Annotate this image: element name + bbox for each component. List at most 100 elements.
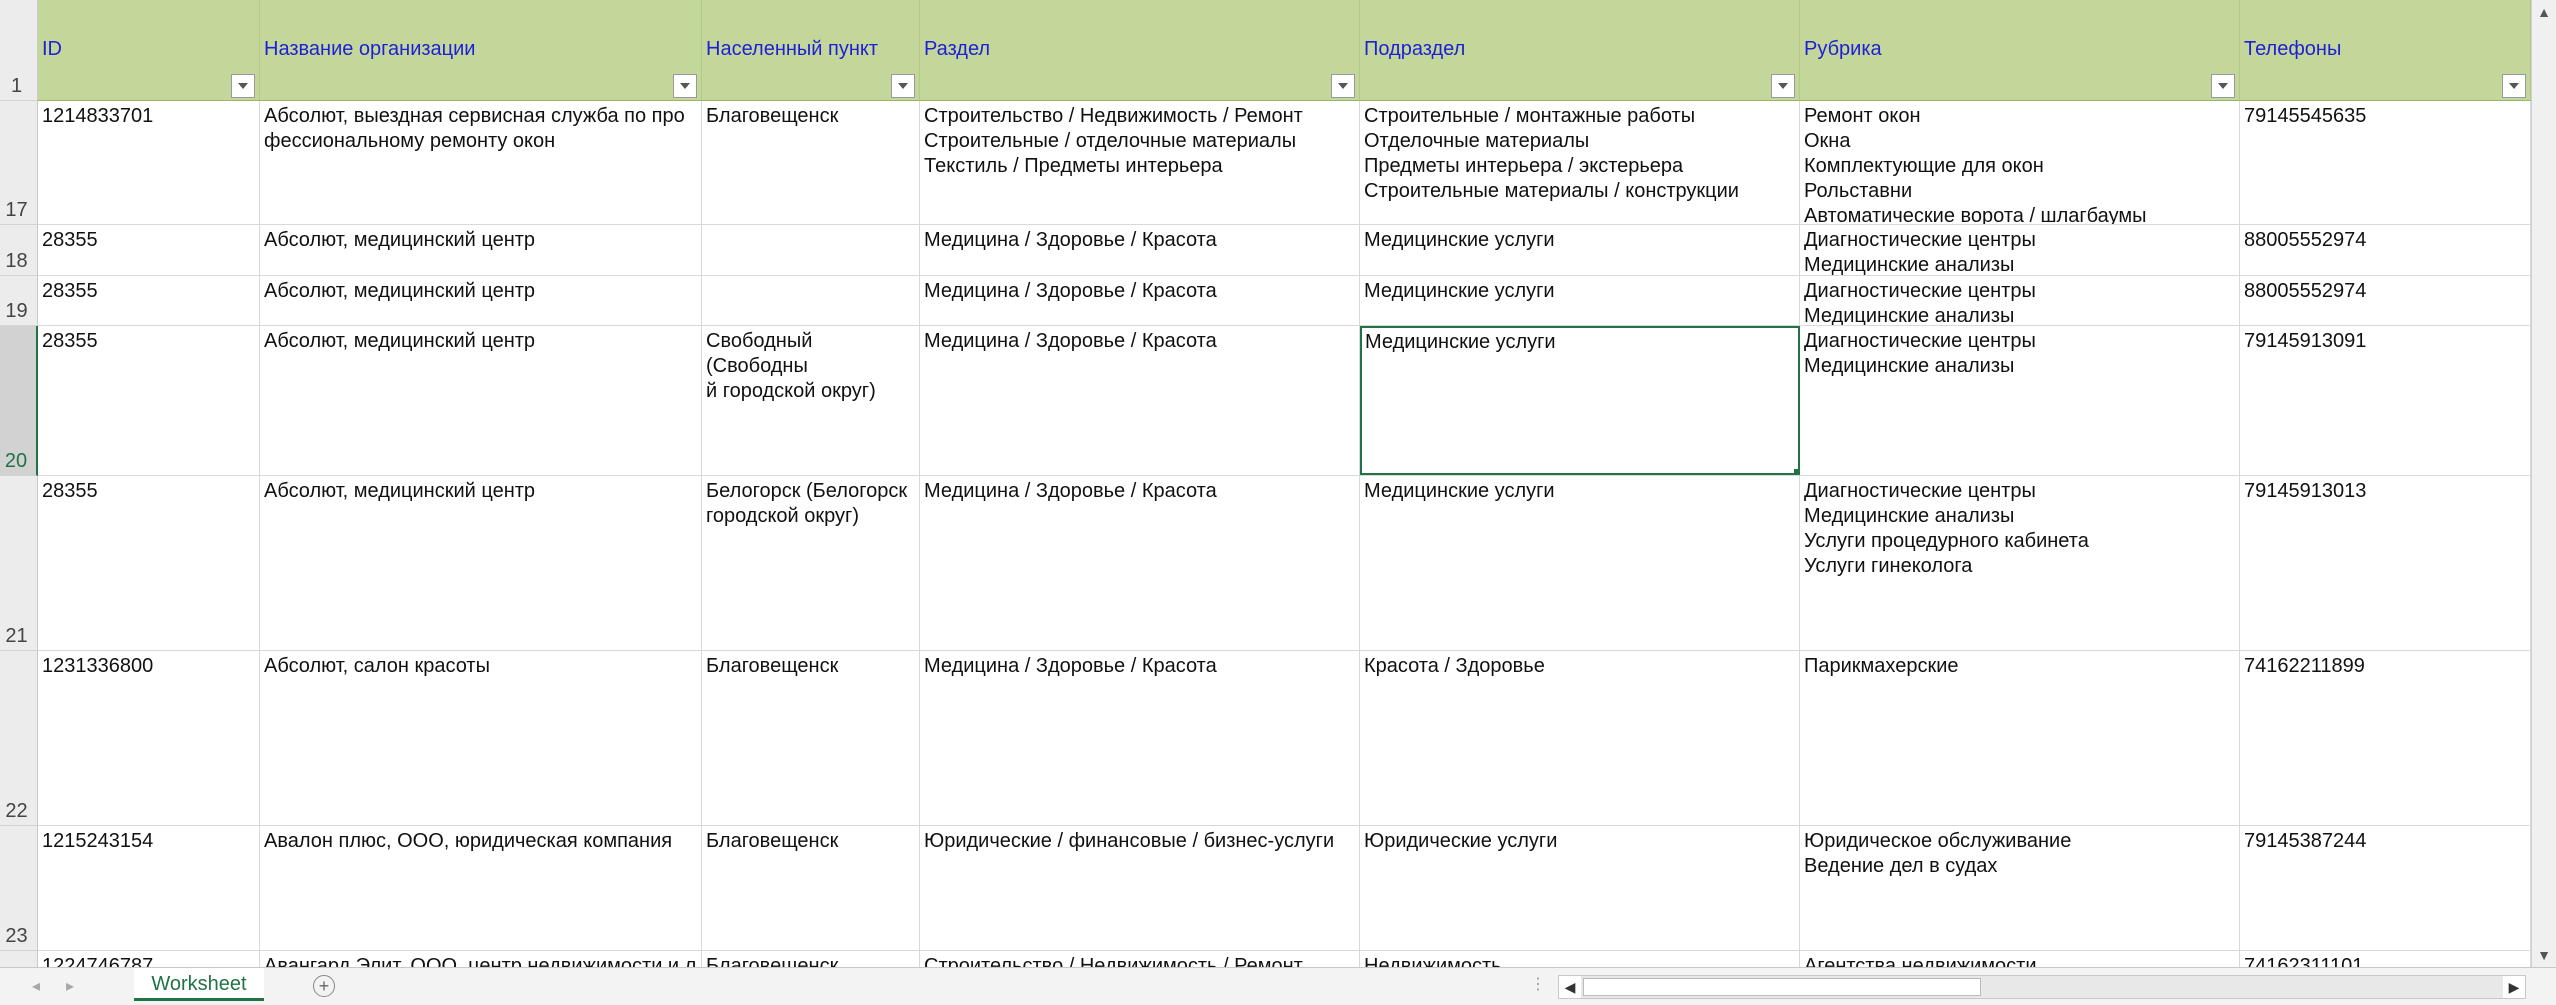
cell-rubric[interactable]: Агентства недвижимости xyxy=(1800,951,2240,967)
cell-city[interactable]: Благовещенск xyxy=(702,826,920,950)
row-header-23[interactable]: 23 xyxy=(0,826,38,951)
cell-subsection[interactable]: Строительные / монтажные работы Отделочн… xyxy=(1360,101,1800,224)
cell-city[interactable]: Благовещенск xyxy=(702,651,920,825)
column-header-rubric[interactable]: Рубрика xyxy=(1800,0,2240,100)
cell-section[interactable]: Медицина / Здоровье / Красота xyxy=(920,225,1360,275)
cell-section[interactable]: Строительство / Недвижимость / Ремонт Ст… xyxy=(920,101,1360,224)
column-header-id[interactable]: ID xyxy=(38,0,260,100)
cell-subsection[interactable]: Красота / Здоровье xyxy=(1360,651,1800,825)
cell-phones[interactable]: 88005552974 xyxy=(2240,225,2531,275)
cell-section[interactable]: Медицина / Здоровье / Красота xyxy=(920,326,1360,475)
cell-phones[interactable]: 88005552974 xyxy=(2240,276,2531,325)
cell-city[interactable]: Белогорск (Белогорск городской округ) xyxy=(702,476,920,650)
cell-phones[interactable]: 79145913091 xyxy=(2240,326,2531,475)
cell-name[interactable]: Авалон плюс, ООО, юридическая компания xyxy=(260,826,702,950)
cell-rubric[interactable]: Диагностические центры Медицинские анали… xyxy=(1800,476,2240,650)
horizontal-scroll-thumb[interactable] xyxy=(1583,978,1981,996)
filter-dropdown-icon[interactable] xyxy=(673,74,697,98)
cell-subsection[interactable]: Медицинские услуги xyxy=(1360,326,1800,475)
cell-name[interactable]: Абсолют, салон красоты xyxy=(260,651,702,825)
sheet-tab-worksheet[interactable]: Worksheet xyxy=(134,968,264,1001)
table-row: 28355 Абсолют, медицинский центр Медицина … xyxy=(38,225,2531,276)
cell-city[interactable] xyxy=(702,276,920,325)
cell-subsection[interactable]: Медицинские услуги xyxy=(1360,476,1800,650)
row-header-1[interactable]: 1 xyxy=(0,0,38,101)
column-header-label: ID xyxy=(42,38,62,60)
column-header-subsection[interactable]: Подраздел xyxy=(1360,0,1800,100)
sheet-next-icon[interactable]: ▸ xyxy=(66,976,74,996)
table-row: 1214833701 Абсолют, выездная сервисная сл… xyxy=(38,101,2531,225)
filter-dropdown-icon[interactable] xyxy=(231,74,255,98)
scroll-up-icon[interactable]: ▲ xyxy=(2532,0,2556,24)
cell-name[interactable]: Авангард Элит, ООО, центр недвижимости и… xyxy=(260,951,702,967)
cell-subsection[interactable]: Юридические услуги xyxy=(1360,826,1800,950)
column-header-phones[interactable]: Телефоны xyxy=(2240,0,2531,100)
cell-rubric[interactable]: Диагностические центры Медицинские анали… xyxy=(1800,225,2240,275)
cell-id[interactable]: 28355 xyxy=(38,276,260,325)
cell-section[interactable]: Юридические / финансовые / бизнес-услуги xyxy=(920,826,1360,950)
cell-phones[interactable]: 79145913013 xyxy=(2240,476,2531,650)
sheet-prev-icon[interactable]: ◂ xyxy=(32,976,40,996)
column-header-label: Подраздел xyxy=(1364,38,1466,60)
vertical-scrollbar[interactable]: ▲ ▼ xyxy=(2531,0,2556,967)
column-header-section[interactable]: Раздел xyxy=(920,0,1360,100)
column-header-city[interactable]: Населенный пункт xyxy=(702,0,920,100)
cell-section[interactable]: Медицина / Здоровье / Красота xyxy=(920,476,1360,650)
cell-phones[interactable]: 79145387244 xyxy=(2240,826,2531,950)
filter-dropdown-icon[interactable] xyxy=(891,74,915,98)
filter-dropdown-icon[interactable] xyxy=(2502,74,2526,98)
cell-rubric[interactable]: Диагностические центры Медицинские анали… xyxy=(1800,326,2240,475)
cell-id[interactable]: 1215243154 xyxy=(38,826,260,950)
cell-rubric[interactable]: Ремонт окон Окна Комплектующие для окон … xyxy=(1800,101,2240,224)
cell-name[interactable]: Абсолют, выездная сервисная служба по пр… xyxy=(260,101,702,224)
cell-id[interactable]: 28355 xyxy=(38,326,260,475)
cell-city[interactable]: Благовещенск xyxy=(702,101,920,224)
cell-id[interactable]: 28355 xyxy=(38,476,260,650)
cell-subsection[interactable]: Медицинские услуги xyxy=(1360,276,1800,325)
cell-section[interactable]: Медицина / Здоровье / Красота xyxy=(920,276,1360,325)
horizontal-scrollbar[interactable]: ◀ ▶ xyxy=(1558,975,2526,999)
cell-section[interactable]: Медицина / Здоровье / Красота xyxy=(920,651,1360,825)
cell-name[interactable]: Абсолют, медицинский центр xyxy=(260,326,702,475)
cell-city[interactable] xyxy=(702,225,920,275)
cell-name[interactable]: Абсолют, медицинский центр xyxy=(260,476,702,650)
cell-city[interactable]: Благовещенск xyxy=(702,951,920,967)
filter-dropdown-icon[interactable] xyxy=(2211,74,2235,98)
cell-city[interactable]: Свободный (Свободны й городской округ) xyxy=(702,326,920,475)
filter-dropdown-icon[interactable] xyxy=(1331,74,1355,98)
cell-name[interactable]: Абсолют, медицинский центр xyxy=(260,276,702,325)
fill-handle[interactable] xyxy=(1793,468,1798,473)
cell-id[interactable]: 1231336800 xyxy=(38,651,260,825)
row-header-22[interactable]: 22 xyxy=(0,651,38,826)
column-header-name[interactable]: Название организации xyxy=(260,0,702,100)
row-number: 17 xyxy=(5,199,28,221)
scroll-left-icon[interactable]: ◀ xyxy=(1559,976,1581,998)
row-header-18[interactable]: 18 xyxy=(0,225,38,276)
scroll-down-icon[interactable]: ▼ xyxy=(2532,943,2556,967)
column-header-label: Рубрика xyxy=(1804,38,1882,60)
row-header-20[interactable]: 20 xyxy=(0,326,38,476)
row-header-21[interactable]: 21 xyxy=(0,476,38,651)
cell-id[interactable]: 1224746787 xyxy=(38,951,260,967)
row-header-24[interactable]: 24 xyxy=(0,951,38,967)
cell-id[interactable]: 1214833701 xyxy=(38,101,260,224)
cell-phones[interactable]: 74162311101 xyxy=(2240,951,2531,967)
sheet-tab-bar: ◂ ▸ Worksheet + ⋮ ◀ ▶ xyxy=(0,967,2556,1005)
filter-dropdown-icon[interactable] xyxy=(1771,74,1795,98)
cell-rubric[interactable]: Юридическое обслуживание Ведение дел в с… xyxy=(1800,826,2240,950)
cell-phones[interactable]: 79145545635 xyxy=(2240,101,2531,224)
table-row: 1231336800 Абсолют, салон красоты Благовещ… xyxy=(38,651,2531,826)
cell-subsection[interactable]: Недвижимость xyxy=(1360,951,1800,967)
cell-phones[interactable]: 74162211899 xyxy=(2240,651,2531,825)
cell-rubric[interactable]: Диагностические центры Медицинские анали… xyxy=(1800,276,2240,325)
cell-rubric[interactable]: Парикмахерские xyxy=(1800,651,2240,825)
cell-name[interactable]: Абсолют, медицинский центр xyxy=(260,225,702,275)
row-header-17[interactable]: 17 xyxy=(0,101,38,225)
scroll-right-icon[interactable]: ▶ xyxy=(2503,976,2525,998)
splitter-handle-icon[interactable]: ⋮ xyxy=(1530,974,1546,994)
cell-id[interactable]: 28355 xyxy=(38,225,260,275)
cell-section[interactable]: Строительство / Недвижимость / Ремонт xyxy=(920,951,1360,967)
row-header-19[interactable]: 19 xyxy=(0,276,38,326)
plus-circle-icon[interactable]: + xyxy=(313,975,335,997)
cell-subsection[interactable]: Медицинские услуги xyxy=(1360,225,1800,275)
